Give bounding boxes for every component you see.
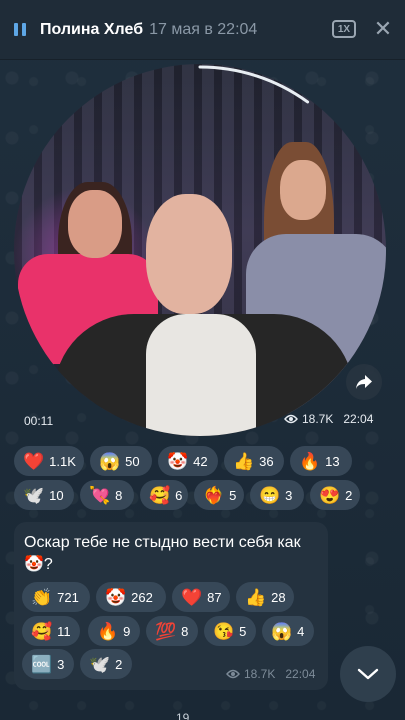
reaction-emoji-icon: 🔥: [299, 451, 321, 471]
comment-time: 22:04: [285, 667, 316, 681]
reaction-chip[interactable]: 😍 2: [310, 480, 360, 510]
video-progress-ring: [15, 65, 385, 435]
reaction-chip[interactable]: 👍 28: [236, 582, 294, 612]
reaction-chip[interactable]: ❤️‍🔥 5: [194, 480, 244, 510]
reaction-emoji-icon: 🕊️: [23, 485, 45, 505]
reaction-chip[interactable]: ❤️ 1.1K: [14, 446, 84, 476]
reaction-emoji-icon: 😱: [271, 621, 293, 641]
reaction-count: 721: [57, 589, 79, 605]
reaction-emoji-icon: 💯: [155, 621, 177, 641]
partial-counter: 19: [176, 711, 190, 720]
reaction-count: 5: [229, 487, 237, 503]
eye-icon: [226, 669, 240, 679]
reaction-emoji-icon: 😍: [319, 485, 341, 505]
reaction-emoji-icon: 🆒: [31, 654, 53, 674]
reaction-count: 36: [259, 453, 274, 469]
video-views: 18.7K 22:04: [284, 412, 373, 426]
pause-icon[interactable]: [0, 0, 40, 60]
share-arrow-icon[interactable]: [346, 364, 382, 400]
reaction-chip[interactable]: 🥰 6: [140, 480, 188, 510]
reaction-emoji-icon: 💘: [89, 485, 111, 505]
reaction-chip[interactable]: 🕊️ 2: [80, 649, 132, 679]
reaction-emoji-icon: 😁: [259, 485, 281, 505]
post-date: 17 мая в 22:04: [149, 20, 258, 38]
reaction-chip[interactable]: 🤡 42: [158, 446, 218, 476]
eye-icon: [284, 414, 298, 424]
chevron-down-icon[interactable]: [340, 646, 396, 702]
reaction-emoji-icon: ❤️‍🔥: [203, 485, 225, 505]
comment-views: 18.7K: [244, 667, 276, 681]
reaction-chip[interactable]: 🕊️ 10: [14, 480, 74, 510]
playback-speed-button[interactable]: 1X: [332, 20, 356, 38]
reaction-count: 8: [181, 623, 189, 639]
reaction-count: 11: [57, 623, 71, 639]
reaction-emoji-icon: 👏: [31, 587, 53, 607]
reaction-chip[interactable]: 💯 8: [146, 616, 198, 646]
reaction-count: 2: [115, 656, 123, 672]
reaction-count: 1.1K: [49, 453, 76, 469]
reaction-emoji-icon: 🕊️: [89, 654, 111, 674]
reaction-chip[interactable]: 💘 8: [80, 480, 134, 510]
reaction-count: 3: [285, 487, 293, 503]
reaction-count: 8: [115, 487, 123, 503]
reaction-count: 9: [123, 623, 131, 639]
reaction-emoji-icon: 🤡: [105, 587, 127, 607]
round-video-message[interactable]: [14, 64, 386, 436]
reaction-chip[interactable]: ❤️ 87: [172, 582, 230, 612]
reaction-count: 262: [131, 589, 153, 605]
reaction-count: 13: [325, 453, 340, 469]
reaction-chip[interactable]: 👍 36: [224, 446, 284, 476]
video-elapsed-time: 00:11: [24, 414, 54, 428]
reaction-chip[interactable]: 😘 5: [204, 616, 256, 646]
reaction-chip[interactable]: 😱 4: [262, 616, 314, 646]
reaction-count: 2: [345, 487, 353, 503]
reaction-chip[interactable]: 🤡 262: [96, 582, 166, 612]
reaction-count: 3: [57, 656, 65, 672]
reaction-emoji-icon: ❤️: [181, 587, 203, 607]
reaction-emoji-icon: 😱: [99, 451, 121, 471]
reaction-chip[interactable]: 🔥 9: [88, 616, 140, 646]
reaction-emoji-icon: 🤡: [167, 451, 189, 471]
reaction-emoji-icon: 👍: [245, 587, 267, 607]
comment-text: Оскар тебе не стыдно вести себя как 🤡?: [24, 534, 301, 573]
reaction-chip[interactable]: 😁 3: [250, 480, 304, 510]
reaction-emoji-icon: 🥰: [31, 621, 53, 641]
reaction-chip[interactable]: 👏 721: [22, 582, 90, 612]
close-icon[interactable]: ✕: [370, 15, 396, 43]
reaction-count: 6: [175, 487, 183, 503]
media-player-header: Полина Хлеб 17 мая в 22:04 1X ✕: [0, 0, 405, 60]
reaction-chip[interactable]: 🥰 11: [22, 616, 80, 646]
reaction-chip[interactable]: 🆒 3: [22, 649, 74, 679]
reaction-count: 87: [207, 589, 222, 605]
reaction-chip[interactable]: 🔥 13: [290, 446, 352, 476]
reaction-emoji-icon: 😘: [213, 621, 235, 641]
reaction-chip[interactable]: 😱 50: [90, 446, 152, 476]
reaction-emoji-icon: 🔥: [97, 621, 119, 641]
reaction-count: 50: [125, 453, 140, 469]
reaction-count: 5: [239, 623, 247, 639]
reaction-count: 4: [297, 623, 305, 639]
reaction-count: 28: [271, 589, 286, 605]
author-name: Полина Хлеб: [40, 20, 144, 38]
views-count: 18.7K: [302, 412, 334, 426]
comment-meta: 18.7K 22:04: [226, 667, 315, 681]
reaction-count: 42: [193, 453, 208, 469]
reaction-emoji-icon: 👍: [233, 451, 255, 471]
reaction-emoji-icon: ❤️: [23, 451, 45, 471]
reaction-count: 10: [49, 487, 64, 503]
reaction-emoji-icon: 🥰: [149, 485, 171, 505]
video-timestamp: 22:04: [343, 412, 374, 426]
